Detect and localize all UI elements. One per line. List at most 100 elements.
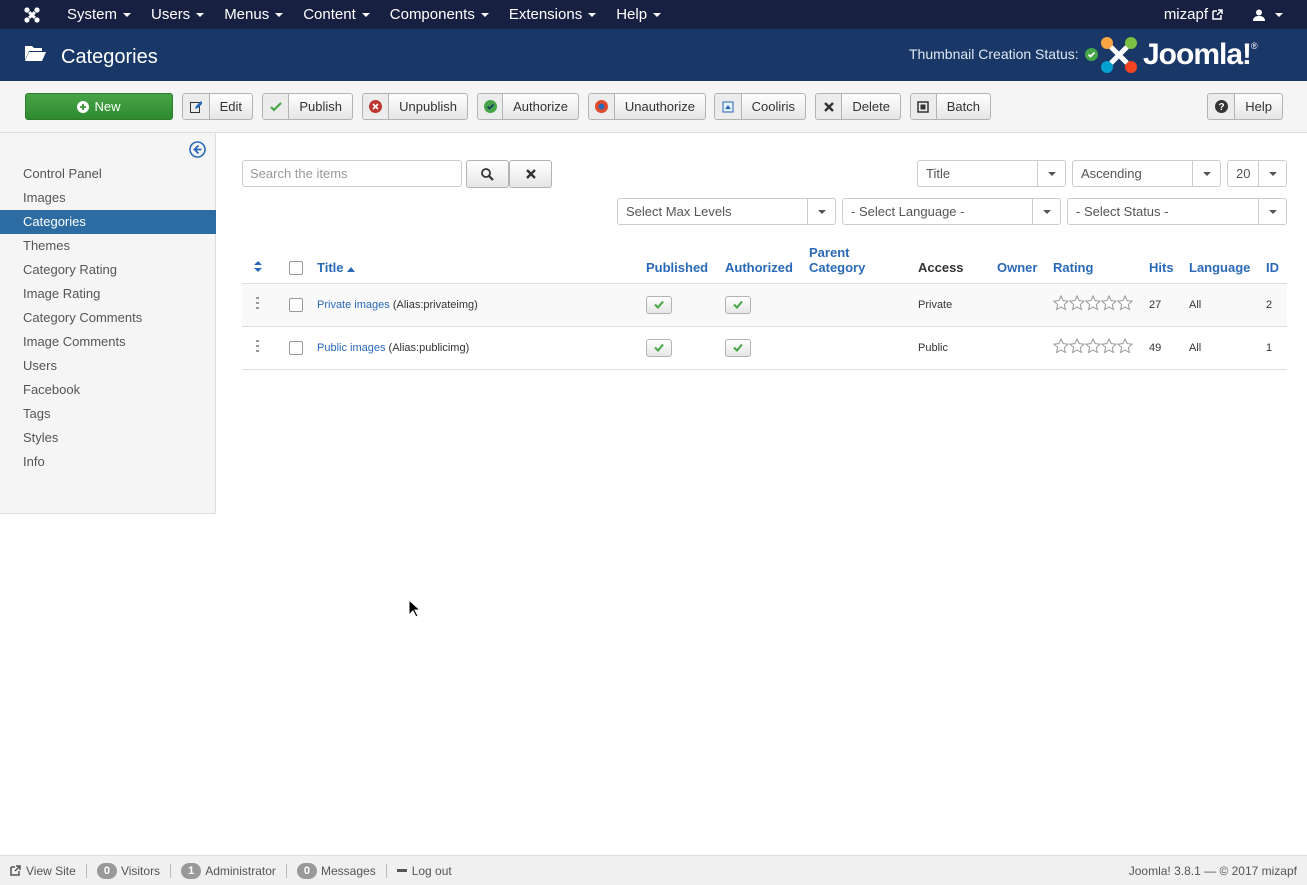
page-title: Categories	[61, 46, 158, 68]
sidebar-item-categories[interactable]: Categories	[0, 210, 216, 234]
status-select[interactable]: - Select Status -	[1067, 198, 1287, 225]
parent-category-cell	[809, 283, 918, 327]
help-button[interactable]: ? Help	[1207, 93, 1283, 120]
owner-header[interactable]: Owner	[997, 237, 1053, 284]
published-toggle[interactable]	[646, 338, 672, 357]
menu-extensions[interactable]: Extensions	[499, 0, 606, 29]
sidebar-item-styles[interactable]: Styles	[0, 426, 216, 450]
caret-down-icon	[361, 12, 370, 17]
sidebar-item-tags[interactable]: Tags	[0, 402, 216, 426]
new-button[interactable]: New	[25, 93, 173, 120]
sidebar-item-themes[interactable]: Themes	[0, 234, 216, 258]
sidebar-item-users[interactable]: Users	[0, 354, 216, 378]
sidebar-item-category-rating[interactable]: Category Rating	[0, 258, 216, 282]
unpublish-button[interactable]: Unpublish	[362, 93, 468, 120]
sidebar-item-image-rating[interactable]: Image Rating	[0, 282, 216, 306]
mouse-cursor-icon	[408, 599, 420, 618]
admin-badge: 1	[181, 862, 202, 879]
unauthorize-icon	[594, 100, 608, 113]
visitors-status[interactable]: 0 Visitors	[87, 862, 172, 879]
star-icon	[1053, 338, 1069, 354]
messages-badge: 0	[296, 862, 317, 879]
owner-cell	[997, 283, 1053, 327]
publish-button[interactable]: Publish	[262, 93, 353, 120]
category-title-link[interactable]: Public images	[317, 342, 385, 354]
sidebar-collapse-button[interactable]	[189, 141, 206, 161]
check-icon	[269, 101, 282, 112]
sidebar-item-facebook[interactable]: Facebook	[0, 378, 216, 402]
svg-text:?: ?	[1218, 102, 1224, 113]
cooliris-button[interactable]: Cooliris	[714, 93, 806, 120]
caret-down-icon	[1202, 171, 1211, 176]
published-header[interactable]: Published	[646, 237, 725, 284]
messages-status[interactable]: 0 Messages	[287, 862, 387, 879]
arrow-left-circle-icon	[189, 141, 206, 158]
menu-components[interactable]: Components	[380, 0, 499, 29]
sidebar-item-images[interactable]: Images	[0, 186, 216, 210]
search-input[interactable]: Search the items	[242, 160, 462, 187]
delete-button[interactable]: Delete	[815, 93, 901, 120]
status-footer: View Site 0 Visitors 1 Administrator 0 Mess…	[0, 855, 1307, 885]
caret-down-icon	[480, 12, 489, 17]
joomla-logo: Joomla! ®	[1099, 35, 1258, 75]
id-cell: 2	[1266, 283, 1287, 327]
menu-menus[interactable]: Menus	[214, 0, 293, 29]
authorized-header[interactable]: Authorized	[725, 237, 809, 284]
menu-content[interactable]: Content	[293, 0, 380, 29]
authorize-icon	[483, 100, 497, 113]
star-icon	[1117, 338, 1133, 354]
view-site-link[interactable]: View Site	[0, 863, 87, 878]
sidebar-item-info[interactable]: Info	[0, 450, 216, 474]
star-icon	[1101, 295, 1117, 311]
row-checkbox[interactable]	[288, 297, 303, 312]
search-button[interactable]	[466, 160, 509, 188]
parent-category-header[interactable]: Parent Category	[809, 237, 918, 284]
language-select[interactable]: - Select Language -	[842, 198, 1061, 225]
drag-handle[interactable]	[242, 326, 274, 370]
hits-header[interactable]: Hits	[1149, 237, 1189, 284]
rating-header[interactable]: Rating	[1053, 237, 1149, 284]
sort-asc-icon	[347, 266, 356, 272]
category-title-link[interactable]: Private images	[317, 299, 390, 311]
drag-handle[interactable]	[242, 283, 274, 327]
authorize-button[interactable]: Authorize	[477, 93, 579, 120]
ordering-header[interactable]	[242, 237, 274, 284]
star-icon	[1069, 338, 1085, 354]
id-header[interactable]: ID	[1266, 237, 1287, 284]
joomla-menu-icon[interactable]	[15, 0, 49, 29]
clear-search-button[interactable]	[509, 160, 552, 188]
edit-button[interactable]: Edit	[182, 93, 253, 120]
max-levels-select[interactable]: Select Max Levels	[617, 198, 836, 225]
caret-down-icon	[653, 12, 662, 17]
access-header: Access	[918, 237, 997, 284]
check-icon	[654, 343, 664, 352]
select-all-checkbox[interactable]	[288, 260, 303, 275]
check-icon	[654, 300, 664, 309]
title-header[interactable]: Title	[317, 237, 646, 284]
order-by-select[interactable]: Title	[917, 160, 1066, 187]
row-checkbox[interactable]	[288, 340, 303, 355]
limit-select[interactable]: 20	[1227, 160, 1287, 187]
menu-system[interactable]: System	[57, 0, 141, 29]
unauthorize-button[interactable]: Unauthorize	[588, 93, 706, 120]
published-toggle[interactable]	[646, 295, 672, 314]
administrator-status[interactable]: 1 Administrator	[171, 862, 287, 879]
sidebar-item-control-panel[interactable]: Control Panel	[0, 162, 216, 186]
version-info: Joomla! 3.8.1 — © 2017 mizapf	[1128, 864, 1297, 878]
category-alias: (Alias:publicimg)	[388, 341, 470, 354]
sidebar-item-image-comments[interactable]: Image Comments	[0, 330, 216, 354]
logout-link[interactable]: Log out	[387, 864, 462, 878]
batch-button[interactable]: Batch	[910, 93, 991, 120]
search-icon	[481, 167, 494, 181]
menu-help[interactable]: Help	[606, 0, 671, 29]
sidebar-item-category-comments[interactable]: Category Comments	[0, 306, 216, 330]
star-icon	[1085, 295, 1101, 311]
authorized-toggle[interactable]	[725, 295, 751, 314]
rating-stars	[1053, 295, 1133, 311]
user-menu-button[interactable]	[1253, 9, 1283, 21]
menu-users[interactable]: Users	[141, 0, 214, 29]
authorized-toggle[interactable]	[725, 338, 751, 357]
language-header[interactable]: Language	[1189, 237, 1266, 284]
site-link-user[interactable]: mizapf	[1164, 6, 1223, 23]
direction-select[interactable]: Ascending	[1072, 160, 1221, 187]
